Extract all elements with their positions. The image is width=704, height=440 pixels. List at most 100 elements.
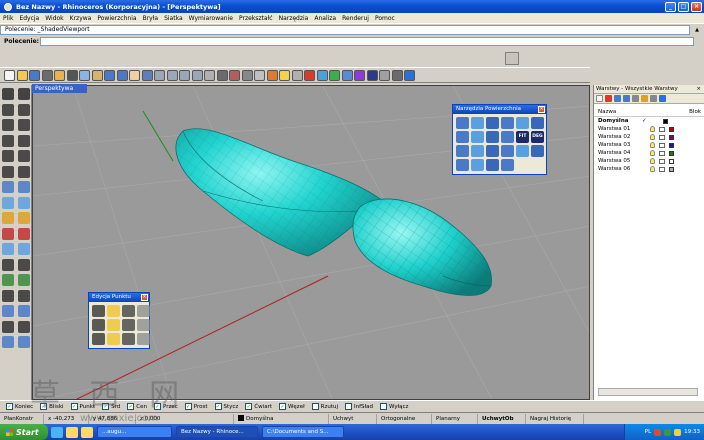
quicklaunch-folder-icon[interactable] [81,426,93,438]
zoom-window-icon[interactable] [166,69,178,81]
mirror-icon[interactable] [18,243,30,255]
help-icon[interactable] [404,69,415,81]
extend-icon[interactable] [516,117,529,129]
layer-lock-icon[interactable] [659,134,665,140]
rendered-icon[interactable] [354,69,365,81]
set-cplane-icon[interactable] [229,69,240,81]
osnap-option[interactable]: Rzutuj [311,403,338,410]
group-icon[interactable] [2,305,14,317]
tray-volume-icon[interactable] [674,428,682,436]
osnap-checkbox[interactable]: ✓ [278,403,286,410]
osnap-checkbox[interactable] [311,403,319,410]
scale-icon[interactable] [2,243,14,255]
osnap-option[interactable]: ✓ Cen [127,403,147,410]
quicklaunch-ie-icon[interactable] [51,426,63,438]
redo-icon[interactable] [116,69,128,81]
insert-point-icon[interactable] [92,333,105,345]
select-icon[interactable] [2,88,14,100]
layer-row[interactable]: Warstwa 03 [594,141,704,149]
arc-icon[interactable] [18,119,30,131]
boolean-icon[interactable] [2,212,14,224]
osnap-option[interactable]: ✓ Stycz [214,403,238,410]
polygon-icon[interactable] [2,150,14,162]
menu-item-5[interactable]: Bryła [143,15,159,22]
close-button[interactable]: × [691,1,702,12]
open-icon[interactable] [16,69,28,81]
wireframe-icon[interactable] [341,69,353,81]
shaded-icon[interactable] [329,69,340,81]
render-mesh-icon[interactable] [2,320,14,333]
layer-row[interactable]: Warstwa 04 [594,149,704,157]
layer-options-icon[interactable] [650,95,657,102]
layer-row[interactable]: Warstwa 05 [594,157,704,165]
layer-color-swatch[interactable] [669,134,674,140]
layer-visible-bulb-icon[interactable] [650,134,655,140]
move-up-icon[interactable] [614,95,621,102]
osnap-checkbox[interactable]: ✓ [245,403,253,410]
viewport-props-icon[interactable] [204,69,215,81]
remove-knot-icon[interactable] [137,319,150,331]
toolbar-grip-icon[interactable] [505,52,519,65]
layer-color-swatch[interactable] [669,150,674,156]
filter-icon[interactable] [632,95,639,102]
move-down-icon[interactable] [623,95,630,102]
line-icon[interactable] [2,103,14,116]
osnap-option[interactable]: ✓ Ćwiart [245,403,272,410]
osnap-checkbox[interactable]: ✓ [102,403,110,410]
pan-icon[interactable] [129,69,140,81]
layer-color-swatch[interactable] [669,142,674,148]
unlock-icon[interactable] [391,69,403,81]
status-record-history[interactable]: Nagraj Historię [526,413,584,424]
menu-item-12[interactable]: Pomoc [375,15,395,22]
points-on-icon[interactable] [92,305,105,317]
hide-icon[interactable] [291,69,303,81]
tray-antivirus-icon[interactable] [654,428,662,436]
viewport-title[interactable]: Perspektywa [32,84,87,93]
box-icon[interactable] [2,181,14,193]
point-icon[interactable] [18,88,30,100]
quicklaunch-desktop-icon[interactable] [66,426,78,438]
layer-lock-icon[interactable] [659,158,665,164]
array-icon[interactable] [2,258,14,271]
trim-icon[interactable] [18,274,30,286]
corner-icon[interactable] [456,145,469,157]
print-icon[interactable] [41,69,53,81]
chamfer-icon[interactable] [456,159,469,171]
sweep-icon[interactable] [456,131,469,143]
close-icon[interactable]: × [696,85,704,93]
shrink-icon[interactable] [486,159,499,171]
osnap-checkbox[interactable] [345,403,353,410]
layer-color-swatch[interactable] [669,126,674,132]
minimize-button[interactable]: _ [665,1,676,12]
shaded-sphere-icon[interactable] [366,69,378,81]
dimension-icon[interactable] [2,289,14,302]
osnap-option[interactable]: ✓ Koniec [6,403,33,410]
column-block[interactable]: Blok [689,108,704,116]
analyze-icon[interactable] [18,289,30,302]
osnap-checkbox[interactable]: ✓ [40,403,48,410]
move-uvn-icon[interactable] [92,319,105,331]
menu-item-9[interactable]: Narzędzia [279,15,309,22]
blend-icon[interactable] [531,145,544,157]
grid-icon[interactable] [241,69,253,81]
ellipse-icon[interactable] [2,134,14,147]
layer-row[interactable]: Warstwa 02 [594,133,704,141]
circle-icon[interactable] [2,119,14,131]
layer-tools-icon[interactable] [641,95,648,102]
column-name[interactable]: Nazwa [598,108,689,116]
hatch-icon[interactable] [18,320,30,333]
point-palette-header[interactable]: Edycja Punktu × [89,293,149,302]
rotate-icon[interactable] [18,227,30,240]
fit-icon[interactable]: FIT [516,131,529,143]
layer-row[interactable]: Warstwa 01 [594,125,704,133]
object-props-icon[interactable] [254,69,265,81]
taskbar-item-explorer[interactable]: C:\Documents and S... [262,426,344,438]
rectangle-icon[interactable] [18,134,30,147]
surface-blend-icon[interactable] [456,117,469,129]
block-icon[interactable] [18,305,30,317]
join-icon[interactable] [18,258,30,271]
menu-item-0[interactable]: Plik [3,15,13,22]
status-ortho[interactable]: Ortogonalne [377,413,432,424]
new-layer-icon[interactable] [596,95,603,102]
status-current-layer[interactable]: Domyślna [234,413,329,424]
